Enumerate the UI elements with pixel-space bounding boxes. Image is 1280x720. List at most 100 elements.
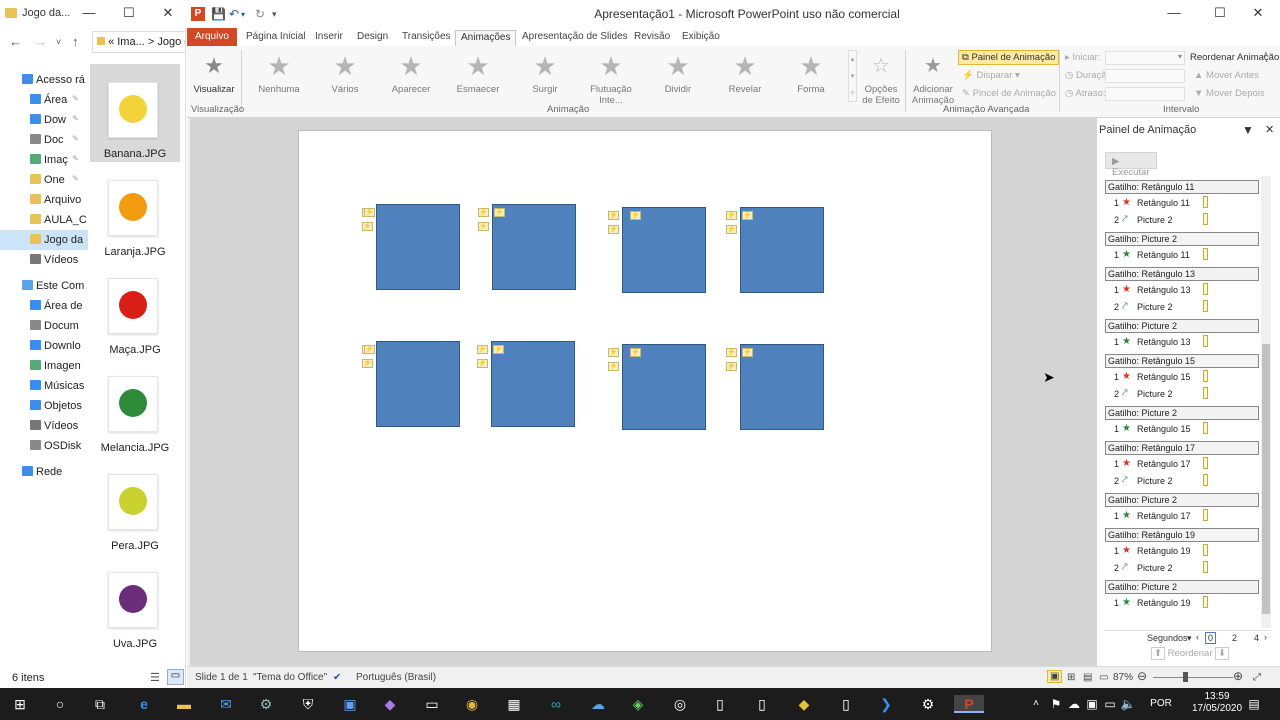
app-icon[interactable]: ⚙ bbox=[256, 695, 276, 713]
forward-arrow-icon[interactable]: → bbox=[34, 34, 47, 49]
timing-bar[interactable] bbox=[1203, 544, 1208, 556]
tray-icon[interactable]: ▣ bbox=[1082, 695, 1102, 713]
zoom-slider-thumb[interactable] bbox=[1183, 672, 1188, 682]
tab-0[interactable]: Arquivo bbox=[187, 28, 237, 46]
windows-start-icon[interactable]: ⊞ bbox=[10, 695, 30, 713]
animation-marker-icon[interactable]: ⚡ bbox=[364, 208, 375, 217]
customize-toolbar-icon[interactable]: ▾ bbox=[272, 9, 277, 20]
timeline-prev-icon[interactable]: ‹ bbox=[1196, 632, 1199, 642]
animation-marker-icon[interactable]: ⚡ bbox=[726, 362, 737, 371]
tree-item[interactable]: Imaç ✎ bbox=[0, 150, 88, 170]
tree-item[interactable]: OSDisk bbox=[0, 436, 88, 456]
tray-icon[interactable]: ☁ bbox=[1064, 695, 1084, 713]
tab-7[interactable]: Revisão bbox=[629, 30, 675, 46]
tree-item[interactable]: Área ✎ bbox=[0, 90, 88, 110]
trigger-header[interactable]: Gatilho: Retângulo 15 bbox=[1105, 354, 1259, 368]
move-down-icon[interactable]: ⬇ bbox=[1215, 647, 1230, 660]
tab-8[interactable]: Exibição bbox=[677, 30, 725, 46]
effect-button[interactable]: ★ Aparecer bbox=[379, 52, 443, 95]
animation-item[interactable]: 2 ⤤ Picture 2 bbox=[1105, 472, 1259, 489]
duration-spinner[interactable] bbox=[1105, 69, 1185, 83]
effect-options-button[interactable]: ☆ Opções de Efeito bbox=[857, 52, 905, 106]
history-dropdown-icon[interactable]: ˅ bbox=[56, 37, 61, 47]
effect-button[interactable]: ★ Dividir bbox=[646, 52, 710, 95]
pane-close-icon[interactable]: ✕ bbox=[1265, 123, 1274, 136]
app-icon[interactable]: ◈ bbox=[628, 695, 648, 713]
mail-icon[interactable]: ✉ bbox=[216, 695, 236, 713]
animation-marker-icon[interactable]: ⚡ bbox=[494, 208, 505, 217]
tab-4[interactable]: Transições bbox=[397, 30, 456, 46]
play-button[interactable]: ▶ Executar bbox=[1105, 152, 1157, 178]
timing-bar[interactable] bbox=[1203, 596, 1208, 608]
rectangle-shape[interactable] bbox=[376, 341, 460, 427]
animation-marker-icon[interactable]: ⚡ bbox=[478, 208, 489, 217]
tree-item[interactable]: One ✎ bbox=[0, 170, 88, 190]
tree-item[interactable]: Doc ✎ bbox=[0, 130, 88, 150]
animation-marker-icon[interactable]: ⚡ bbox=[477, 345, 488, 354]
zoom-in-icon[interactable]: ⊕ bbox=[1233, 669, 1243, 683]
animation-item[interactable]: 1 ★ Retângulo 11 bbox=[1105, 246, 1259, 263]
file-item[interactable]: Laranja.JPG bbox=[90, 162, 180, 260]
animation-marker-icon[interactable]: ⚡ bbox=[742, 348, 753, 357]
up-arrow-icon[interactable]: ↑ bbox=[72, 34, 79, 49]
tab-6[interactable]: Apresentação de Slides bbox=[517, 30, 633, 46]
python-icon[interactable]: ◆ bbox=[794, 695, 814, 713]
move-earlier-button[interactable]: ▲ Mover Antes bbox=[1194, 70, 1259, 81]
timing-bar[interactable] bbox=[1203, 300, 1208, 312]
arduino-icon[interactable]: ∞ bbox=[546, 695, 566, 713]
animation-pane-button[interactable]: ⧉ Painel de Animação bbox=[958, 50, 1060, 65]
animation-marker-icon[interactable]: ⚡ bbox=[726, 225, 737, 234]
normal-view-icon[interactable]: ▣ bbox=[1047, 670, 1063, 683]
animation-item[interactable]: 1 ★ Retângulo 15 bbox=[1105, 368, 1259, 385]
animation-marker-icon[interactable]: ⚡ bbox=[726, 348, 737, 357]
timing-bar[interactable] bbox=[1203, 387, 1208, 399]
zoom-out-icon[interactable]: ⊖ bbox=[1137, 669, 1147, 683]
delay-spinner[interactable] bbox=[1105, 87, 1185, 101]
animation-marker-icon[interactable]: ⚡ bbox=[608, 362, 619, 371]
timing-bar[interactable] bbox=[1203, 561, 1208, 573]
animation-marker-icon[interactable]: ⚡ bbox=[364, 345, 375, 354]
minimize-button[interactable]: — bbox=[1159, 5, 1189, 20]
animation-item[interactable]: 1 ★ Retângulo 19 bbox=[1105, 542, 1259, 559]
tree-item[interactable]: Downlo bbox=[0, 336, 88, 356]
trigger-header[interactable]: Gatilho: Picture 2 bbox=[1105, 406, 1259, 420]
security-icon[interactable]: ⛨ bbox=[298, 695, 318, 713]
vscode-icon[interactable]: ❯ bbox=[876, 695, 896, 713]
animation-item[interactable]: 1 ★ Retângulo 19 bbox=[1105, 594, 1259, 611]
tree-item[interactable]: Docum bbox=[0, 316, 88, 336]
file-item[interactable]: Banana.JPG bbox=[90, 64, 180, 162]
animation-item[interactable]: 1 ★ Retângulo 17 bbox=[1105, 455, 1259, 472]
terminal-icon[interactable]: ▭ bbox=[422, 695, 442, 713]
trigger-header[interactable]: Gatilho: Picture 2 bbox=[1105, 493, 1259, 507]
slide-canvas[interactable]: ➤ ⚡⚡⚡⚡⚡⚡⚡⚡⚡⚡⚡⚡⚡⚡⚡⚡⚡⚡⚡⚡⚡⚡⚡⚡ bbox=[298, 130, 1055, 652]
tab-2[interactable]: Inserir bbox=[310, 30, 348, 46]
timing-bar[interactable] bbox=[1203, 335, 1208, 347]
breadcrumb-item[interactable]: Ima... bbox=[117, 36, 145, 48]
animation-marker-icon[interactable]: ⚡ bbox=[742, 211, 753, 220]
tab-1[interactable]: Página Inicial bbox=[241, 30, 310, 46]
timing-bar[interactable] bbox=[1203, 457, 1208, 469]
settings-icon[interactable]: ⚙ bbox=[918, 695, 938, 713]
effect-button[interactable]: ★ Revelar bbox=[713, 52, 777, 95]
move-later-button[interactable]: ▼ Mover Depois bbox=[1194, 88, 1265, 99]
language[interactable]: Português (Brasil) bbox=[356, 672, 436, 683]
collapse-ribbon-icon[interactable]: ˄ bbox=[1263, 50, 1269, 61]
theme-name[interactable]: "Tema do Office" bbox=[253, 672, 327, 683]
move-up-icon[interactable]: ⬆ bbox=[1151, 647, 1165, 660]
timeline-next-icon[interactable]: › bbox=[1264, 632, 1267, 642]
explorer-taskbar-icon[interactable]: ▬ bbox=[174, 695, 194, 713]
animation-item[interactable]: 2 ⤤ Picture 2 bbox=[1105, 385, 1259, 402]
breadcrumb-item[interactable]: Jogo da bbox=[157, 36, 185, 48]
effect-button[interactable]: ★ Vários bbox=[313, 52, 377, 95]
tray-icon[interactable]: ⚑ bbox=[1046, 695, 1066, 713]
animation-marker-icon[interactable]: ⚡ bbox=[478, 222, 489, 231]
animation-item[interactable]: 2 ⤤ Picture 2 bbox=[1105, 298, 1259, 315]
add-animation-button[interactable]: ★ Adicionar Animação bbox=[908, 52, 958, 106]
pane-scrollbar[interactable] bbox=[1261, 176, 1271, 628]
animation-marker-icon[interactable]: ⚡ bbox=[608, 225, 619, 234]
notifications-icon[interactable]: ▤ bbox=[1244, 695, 1264, 713]
trigger-header[interactable]: Gatilho: Retângulo 13 bbox=[1105, 267, 1259, 281]
close-button[interactable]: ✕ bbox=[1243, 5, 1273, 21]
trigger-button[interactable]: ⚡ Disparar ▾ bbox=[962, 70, 1020, 81]
tray-chevron-icon[interactable]: ˄ bbox=[1026, 695, 1046, 713]
